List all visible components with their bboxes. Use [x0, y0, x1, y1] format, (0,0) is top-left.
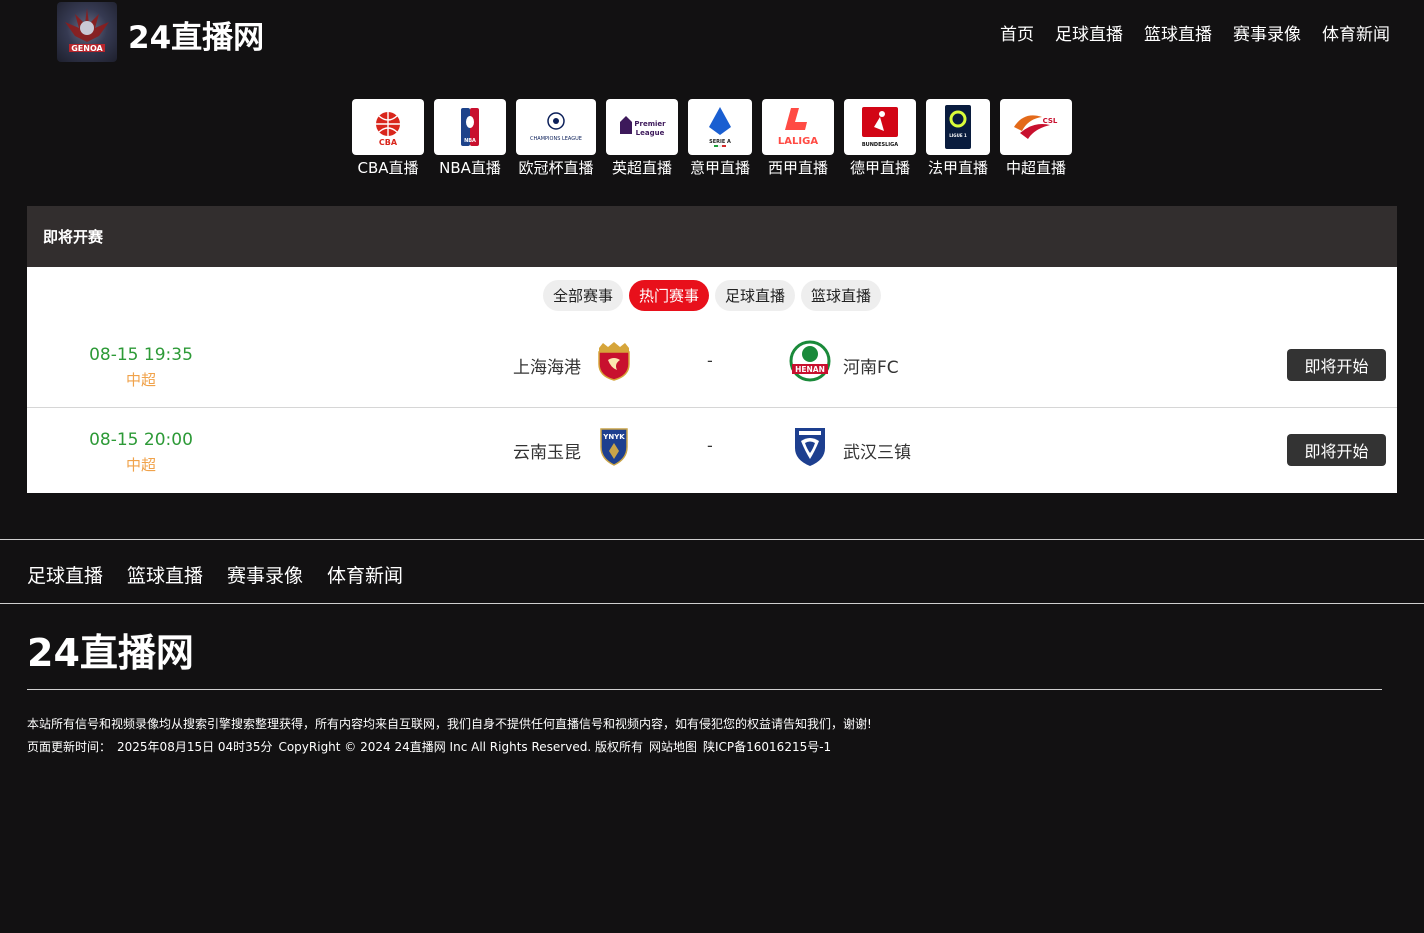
match-league[interactable]: 中超	[27, 369, 255, 390]
site-title[interactable]: 24直播网	[128, 12, 264, 57]
shanghai-port-logo-icon	[593, 340, 635, 382]
filter-all-events[interactable]: 全部赛事	[542, 279, 623, 311]
nav-sports-news[interactable]: 体育新闻	[1322, 20, 1390, 45]
svg-text:Premier: Premier	[634, 120, 666, 128]
nav-home[interactable]: 首页	[1000, 20, 1034, 45]
league-bundesliga[interactable]: BUNDESLIGA 德甲直播	[844, 99, 916, 178]
nav-football-live[interactable]: 足球直播	[1055, 20, 1123, 45]
nav-match-replays[interactable]: 赛事录像	[1233, 20, 1301, 45]
nav-basketball-live[interactable]: 篮球直播	[1144, 20, 1212, 45]
league-label: CBA直播	[357, 159, 419, 177]
league-shortcuts: CBA CBA直播 NBA NBA直播 CHAMPIONS LEAGUE 欧冠杯…	[352, 99, 1072, 178]
footer-nav-basketball-live[interactable]: 篮球直播	[127, 561, 203, 588]
bundesliga-logo-icon: BUNDESLIGA	[844, 99, 916, 155]
league-laliga[interactable]: LALIGA 西甲直播	[762, 99, 834, 178]
panel-body: 全部赛事 热门赛事 足球直播 篮球直播 08-15 19:35 中超 上海海港 …	[27, 267, 1397, 493]
svg-text:CHAMPIONS LEAGUE: CHAMPIONS LEAGUE	[530, 136, 582, 142]
top-nav: 首页 足球直播 篮球直播 赛事录像 体育新闻	[1000, 20, 1390, 45]
panel-title: 即将开赛	[27, 206, 1397, 267]
update-time: 2025年08月15日 04时35分	[117, 740, 273, 754]
league-label: NBA直播	[439, 159, 501, 177]
league-label: 中超直播	[1005, 159, 1066, 177]
league-csl[interactable]: CSL 中超直播	[1000, 99, 1072, 178]
yunnan-yukun-logo-icon: YNYK	[593, 425, 635, 467]
footer-divider	[27, 689, 1382, 690]
filter-basketball-live[interactable]: 篮球直播	[801, 279, 882, 311]
away-team-name[interactable]: 武汉三镇	[843, 438, 911, 463]
site-logo[interactable]: GENOA	[57, 2, 117, 62]
score-separator: -	[707, 351, 713, 370]
laliga-logo-icon: LALIGA	[762, 99, 834, 155]
match-time: 08-15 19:35	[89, 345, 193, 365]
match-status-button[interactable]: 即将开始	[1287, 349, 1386, 381]
match-row[interactable]: 08-15 19:35 中超 上海海港 - HENAN 河南FC 即将开始	[27, 323, 1397, 408]
league-label: 德甲直播	[849, 159, 910, 177]
footer-brand: 24直播网	[27, 631, 194, 675]
footer-nav-sports-news[interactable]: 体育新闻	[327, 561, 403, 588]
league-champions-league[interactable]: CHAMPIONS LEAGUE 欧冠杯直播	[516, 99, 596, 178]
league-label: 欧冠杯直播	[518, 159, 594, 177]
league-label: 西甲直播	[767, 159, 828, 177]
cba-logo-icon: CBA	[352, 99, 424, 155]
league-label: 意甲直播	[689, 159, 750, 177]
copyright-text: CopyRight © 2024 24直播网 Inc All Rights Re…	[278, 740, 643, 754]
footer-disclaimer: 本站所有信号和视频录像均从搜索引擎搜索整理获得，所有内容均来自互联网，我们自身不…	[27, 717, 872, 731]
match-row[interactable]: 08-15 20:00 中超 云南玉昆 YNYK - 武汉三镇 即将开始	[27, 408, 1397, 493]
filter-hot-events[interactable]: 热门赛事	[628, 279, 709, 311]
league-label: 英超直播	[611, 159, 672, 177]
henan-fc-logo-icon: HENAN	[789, 340, 831, 382]
filter-tabs: 全部赛事 热门赛事 足球直播 篮球直播	[27, 267, 1397, 323]
footer-nav: 足球直播 篮球直播 赛事录像 体育新闻	[27, 561, 403, 588]
svg-text:CSL: CSL	[1043, 117, 1058, 125]
footer-meta: 页面更新时间： 2025年08月15日 04时35分 CopyRight © 202…	[27, 736, 872, 759]
footer-nav-match-replays[interactable]: 赛事录像	[227, 561, 303, 588]
home-team-name[interactable]: 云南玉昆	[513, 438, 581, 463]
ligue1-logo-icon: LIGUE 1	[926, 99, 990, 155]
svg-text:GENOA: GENOA	[71, 44, 103, 53]
svg-text:NBA: NBA	[464, 138, 476, 144]
match-time: 08-15 20:00	[89, 430, 193, 450]
score-separator: -	[707, 436, 713, 455]
footer-divider	[0, 603, 1424, 604]
serie-a-logo-icon: SERIE A	[688, 99, 752, 155]
away-team-name[interactable]: 河南FC	[843, 353, 899, 378]
league-nba[interactable]: NBA NBA直播	[434, 99, 506, 178]
svg-text:LIGUE 1: LIGUE 1	[949, 133, 967, 138]
csl-logo-icon: CSL	[1000, 99, 1072, 155]
svg-text:League: League	[636, 129, 665, 137]
footer-nav-football-live[interactable]: 足球直播	[27, 561, 103, 588]
footer-info: 本站所有信号和视频录像均从搜索引擎搜索整理获得，所有内容均来自互联网，我们自身不…	[27, 713, 872, 759]
premier-league-logo-icon: Premier League	[606, 99, 678, 155]
svg-text:SERIE A: SERIE A	[709, 139, 731, 145]
home-team-name[interactable]: 上海海港	[513, 353, 581, 378]
match-league[interactable]: 中超	[27, 454, 255, 475]
svg-text:HENAN: HENAN	[795, 365, 825, 374]
update-label: 页面更新时间：	[27, 740, 112, 754]
sitemap-link[interactable]: 网站地图	[649, 740, 697, 754]
svg-text:LALIGA: LALIGA	[778, 136, 818, 147]
champions-league-logo-icon: CHAMPIONS LEAGUE	[516, 99, 596, 155]
league-ligue1[interactable]: LIGUE 1 法甲直播	[926, 99, 990, 178]
site-header: GENOA 24直播网 首页 足球直播 篮球直播 赛事录像 体育新闻	[0, 0, 1424, 66]
filter-football-live[interactable]: 足球直播	[715, 279, 796, 311]
svg-text:CBA: CBA	[379, 138, 398, 147]
upcoming-matches-panel: 即将开赛 全部赛事 热门赛事 足球直播 篮球直播 08-15 19:35 中超 …	[27, 206, 1397, 493]
footer-divider	[0, 539, 1424, 540]
nba-logo-icon: NBA	[434, 99, 506, 155]
svg-text:YNYK: YNYK	[602, 433, 625, 441]
wuhan-three-towns-logo-icon	[789, 425, 831, 467]
match-status-button[interactable]: 即将开始	[1287, 434, 1386, 466]
league-cba[interactable]: CBA CBA直播	[352, 99, 424, 178]
league-label: 法甲直播	[927, 159, 988, 177]
icp-link[interactable]: 陕ICP备16016215号-1	[703, 740, 831, 754]
league-serie-a[interactable]: SERIE A 意甲直播	[688, 99, 752, 178]
league-premier-league[interactable]: Premier League 英超直播	[606, 99, 678, 178]
eagle-crest-icon: GENOA	[65, 8, 109, 53]
svg-text:BUNDESLIGA: BUNDESLIGA	[862, 142, 898, 148]
